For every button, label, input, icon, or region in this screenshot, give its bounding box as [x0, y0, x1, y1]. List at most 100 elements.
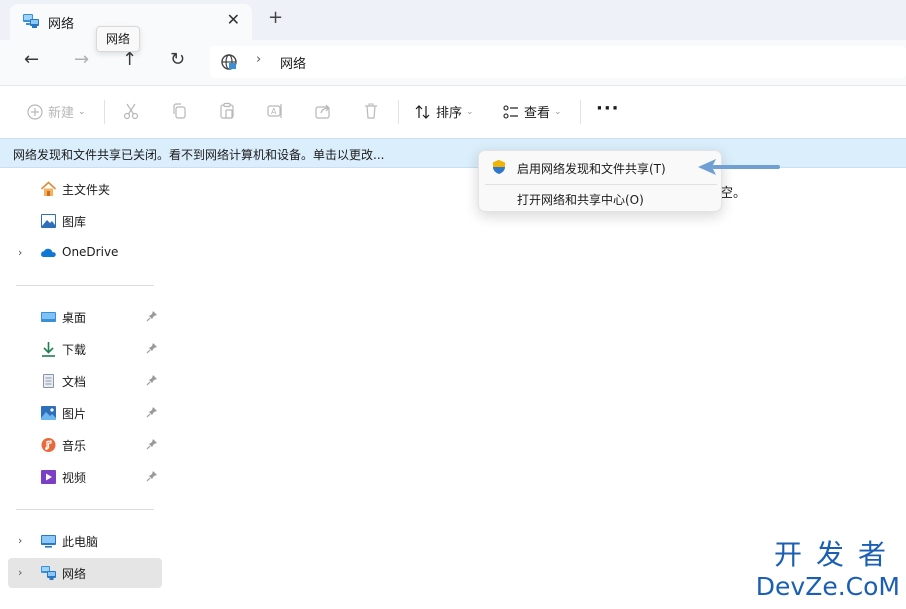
- chevron-down-icon: ⌄: [466, 106, 474, 117]
- sort-icon: [415, 104, 430, 119]
- menu-item-enable-discovery[interactable]: 启用网络发现和文件共享(T): [483, 154, 719, 180]
- download-icon: [42, 342, 55, 357]
- pin-icon[interactable]: [146, 438, 158, 450]
- sidebar-item-pictures[interactable]: 图片: [8, 398, 162, 428]
- refresh-button[interactable]: ↻: [170, 49, 185, 70]
- new-tab-button[interactable]: +: [268, 7, 283, 28]
- sidebar-item-home[interactable]: 主文件夹: [8, 174, 162, 204]
- sidebar-item-label: OneDrive: [62, 245, 119, 259]
- sort-button-label: 排序: [436, 106, 463, 121]
- address-bar[interactable]: › 网络: [210, 46, 906, 78]
- sidebar-divider: [16, 509, 154, 510]
- sidebar-item-label: 文档: [62, 375, 87, 389]
- pin-icon[interactable]: [146, 374, 158, 386]
- chevron-right-icon[interactable]: ›: [18, 246, 22, 259]
- pin-icon[interactable]: [146, 470, 158, 482]
- sidebar-item-videos[interactable]: 视频: [8, 462, 162, 492]
- sidebar-item-label: 下载: [62, 343, 87, 357]
- infobar-text: 网络发现和文件共享已关闭。看不到网络计算机和设备。单击以更改...: [13, 148, 385, 162]
- sidebar-item-documents[interactable]: 文档: [8, 366, 162, 396]
- view-list-icon: [503, 104, 518, 119]
- up-button[interactable]: ↑: [122, 49, 137, 70]
- tooltip: 网络: [96, 26, 140, 52]
- sidebar-item-label: 图库: [62, 215, 87, 229]
- sidebar-item-label: 视频: [62, 471, 87, 485]
- globe-icon: [221, 54, 237, 70]
- gallery-icon: [41, 214, 56, 228]
- paste-icon: [220, 102, 234, 119]
- sidebar-item-gallery[interactable]: 图库: [8, 206, 162, 236]
- sidebar-item-onedrive[interactable]: › OneDrive: [8, 238, 162, 268]
- this-pc-icon: [41, 535, 56, 548]
- sidebar-item-network[interactable]: › 网络: [8, 558, 162, 588]
- command-bar: 新建 ⌄ A 排序 ⌄ 查看 ⌄ ···: [0, 86, 906, 138]
- navigation-pane: 主文件夹 图库 › OneDrive 桌面 下载 文档 图片 音乐 视频 › 此…: [0, 168, 165, 609]
- menu-item-open-sharing-center[interactable]: 打开网络和共享中心(O): [483, 185, 719, 211]
- scissors-icon: [123, 103, 139, 120]
- svg-text:A: A: [271, 107, 277, 116]
- chevron-right-icon[interactable]: ›: [18, 566, 22, 579]
- pin-icon[interactable]: [146, 406, 158, 418]
- pictures-icon: [41, 406, 56, 420]
- menu-item-label: 启用网络发现和文件共享(T): [517, 162, 666, 176]
- sidebar-item-this-pc[interactable]: › 此电脑: [8, 526, 162, 556]
- cut-button[interactable]: [122, 102, 140, 120]
- new-button[interactable]: 新建 ⌄: [26, 102, 86, 121]
- more-options-button[interactable]: ···: [596, 98, 620, 119]
- watermark-logo: 开发者 DevZe.CoM: [748, 538, 900, 606]
- breadcrumb-location[interactable]: 网络: [280, 53, 306, 72]
- shield-icon: [493, 160, 505, 174]
- sidebar-item-desktop[interactable]: 桌面: [8, 302, 162, 332]
- share-icon: [315, 104, 330, 119]
- chevron-down-icon: ⌄: [78, 106, 86, 117]
- toolbar-divider: [398, 100, 399, 124]
- back-button[interactable]: ←: [24, 49, 39, 70]
- rename-button[interactable]: A: [266, 102, 284, 120]
- new-button-label: 新建: [48, 106, 75, 121]
- documents-icon: [43, 374, 54, 388]
- watermark-en: DevZe.CoM: [755, 572, 900, 601]
- chevron-right-icon[interactable]: ›: [18, 534, 22, 547]
- sidebar-divider: [16, 285, 154, 286]
- desktop-icon: [41, 312, 56, 322]
- sidebar-item-downloads[interactable]: 下载: [8, 334, 162, 364]
- annotation-arrow-icon: [698, 159, 780, 175]
- view-button[interactable]: 查看 ⌄: [502, 102, 562, 121]
- sort-button[interactable]: 排序 ⌄: [414, 102, 474, 121]
- sidebar-item-label: 音乐: [62, 439, 87, 453]
- network-icon: [23, 14, 39, 28]
- music-icon: [41, 438, 56, 452]
- sidebar-item-label: 主文件夹: [62, 183, 111, 197]
- sidebar-item-label: 桌面: [62, 311, 87, 325]
- plus-circle-icon: [27, 103, 43, 120]
- view-button-label: 查看: [524, 106, 551, 121]
- trash-icon: [365, 103, 377, 119]
- watermark-cn: 开发者: [773, 538, 900, 571]
- sidebar-item-music[interactable]: 音乐: [8, 430, 162, 460]
- sidebar-item-label: 此电脑: [62, 535, 99, 549]
- network-icon: [41, 566, 56, 580]
- share-button[interactable]: [314, 102, 332, 120]
- sidebar-item-label: 图片: [62, 407, 87, 421]
- chevron-down-icon: ⌄: [554, 106, 562, 117]
- pin-icon[interactable]: [146, 310, 158, 322]
- infobar-context-menu: 启用网络发现和文件共享(T) 打开网络和共享中心(O): [478, 150, 722, 212]
- sidebar-item-label: 网络: [62, 567, 87, 581]
- menu-item-label: 打开网络和共享中心(O): [517, 193, 644, 207]
- delete-button[interactable]: [362, 102, 380, 120]
- toolbar-divider: [104, 100, 105, 124]
- toolbar-divider: [580, 100, 581, 124]
- tab-title: 网络: [48, 17, 75, 32]
- copy-button[interactable]: [170, 102, 188, 120]
- close-icon[interactable]: ✕: [227, 10, 240, 29]
- videos-icon: [41, 470, 56, 484]
- copy-icon: [173, 103, 186, 119]
- pin-icon[interactable]: [146, 342, 158, 354]
- forward-button[interactable]: →: [74, 49, 89, 70]
- empty-folder-text: 空。: [720, 186, 747, 201]
- onedrive-icon: [41, 248, 56, 257]
- rename-icon: A: [267, 104, 282, 118]
- paste-button[interactable]: [218, 102, 236, 120]
- home-icon: [40, 181, 57, 196]
- breadcrumb-separator[interactable]: ›: [256, 52, 261, 67]
